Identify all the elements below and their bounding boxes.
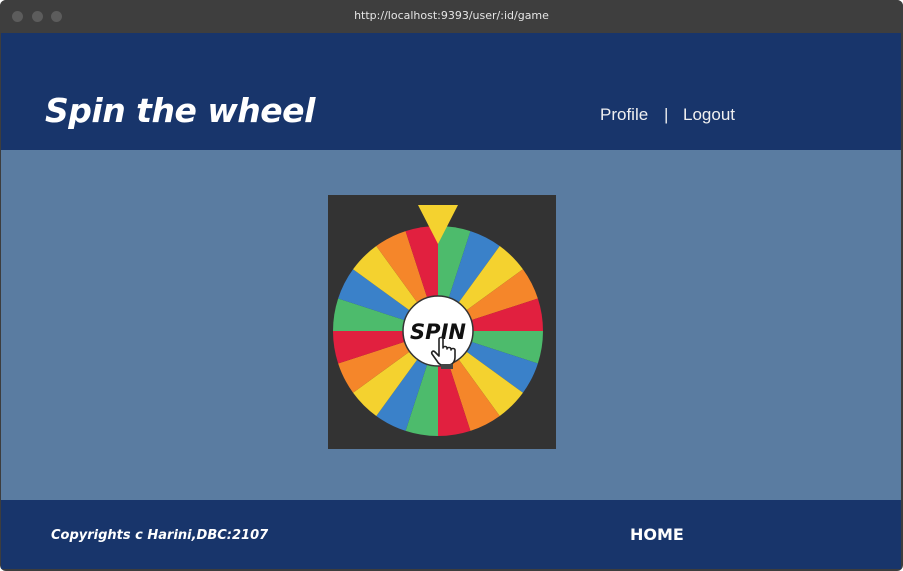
page-title: Spin the wheel: [45, 91, 315, 130]
profile-link[interactable]: Profile: [600, 105, 648, 125]
home-link[interactable]: HOME: [630, 525, 684, 544]
copyright-text: Copyrights c Harini,DBC:2107: [51, 528, 269, 543]
logout-link[interactable]: Logout: [683, 105, 735, 125]
site-header: Spin the wheel Profile | Logout: [1, 33, 901, 150]
address-bar-url[interactable]: http://localhost:9393/user/:id/game: [0, 9, 903, 22]
browser-window: http://localhost:9393/user/:id/game Spin…: [0, 0, 903, 571]
site-footer: Copyrights c Harini,DBC:2107 HOME: [1, 500, 901, 569]
main-content: SPIN: [1, 150, 901, 500]
nav-separator: |: [664, 105, 669, 124]
spin-wheel[interactable]: SPIN: [328, 195, 556, 449]
wheel-container: SPIN: [328, 195, 556, 449]
browser-titlebar: http://localhost:9393/user/:id/game: [0, 0, 903, 33]
